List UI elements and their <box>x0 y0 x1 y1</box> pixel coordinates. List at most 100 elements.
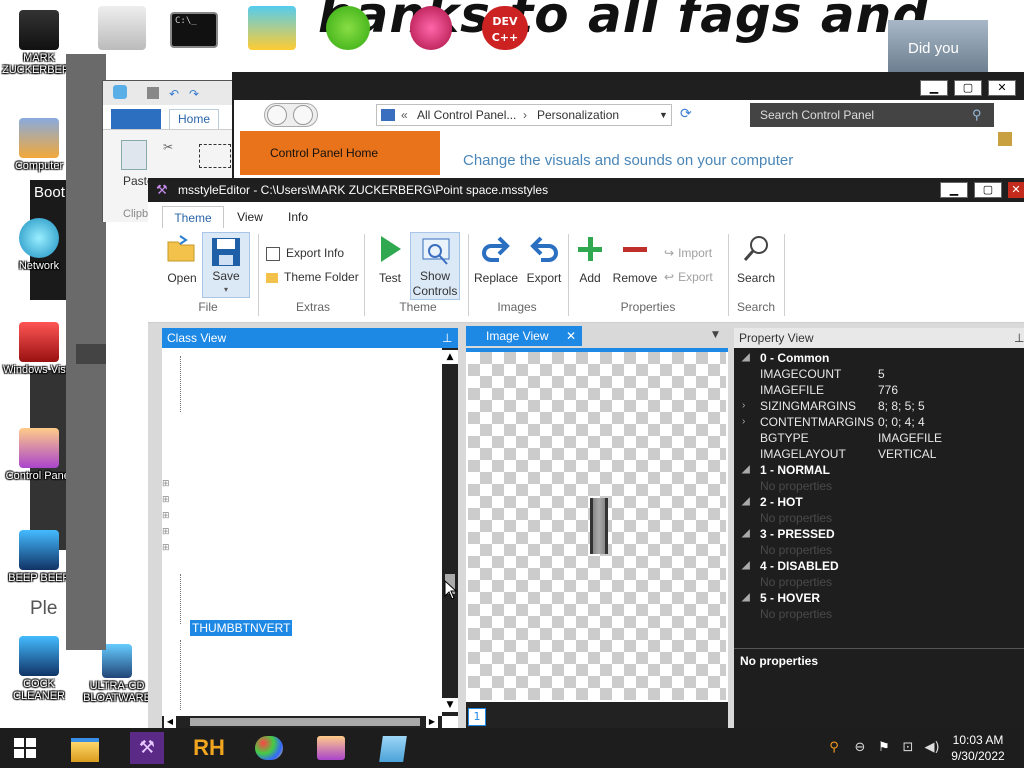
breadcrumb-item[interactable]: All Control Panel... <box>417 105 516 125</box>
editor-titlebar[interactable]: ⚒ msstyleEditor - C:\Users\MARK ZUCKERBE… <box>148 178 1024 202</box>
control-panel-home-link[interactable]: Control Panel Home <box>240 131 440 175</box>
property-value[interactable]: 776 <box>878 382 898 398</box>
app-shortcut-icon[interactable] <box>410 6 452 50</box>
taskbar-app-control-panel[interactable] <box>312 732 350 764</box>
desktop-icon-computer[interactable]: Computer <box>2 118 76 172</box>
network-icon[interactable]: ⊡ <box>900 740 916 756</box>
scrollbar-thumb[interactable] <box>190 718 420 726</box>
expander-icon[interactable]: › <box>742 398 745 414</box>
tab-image-view[interactable]: Image View ✕ <box>466 326 582 346</box>
property-view-pane[interactable]: Property View ⊥ ◢ 0 - Common IMAGECOUNT 5… <box>734 328 1024 728</box>
property-row[interactable]: › CONTENTMARGINS 0; 0; 4; 4 <box>734 414 1024 430</box>
property-category[interactable]: ◢ 4 - DISABLED <box>734 558 1024 574</box>
show-controls-button[interactable]: Show Controls <box>410 232 460 300</box>
tree-expanders[interactable]: ⊞ ⊞ ⊞ ⊞ ⊞ <box>162 476 170 556</box>
taskbar-app-paint[interactable] <box>250 732 288 764</box>
minimize-button[interactable]: ▁ <box>920 80 948 96</box>
help-icon[interactable] <box>998 132 1012 146</box>
paste-icon[interactable] <box>121 140 147 170</box>
image-view-pane[interactable]: Image View ✕ ▼ 1 <box>466 326 728 728</box>
tab-info[interactable]: Info <box>276 206 320 228</box>
import-button[interactable]: ↪ Import <box>664 246 712 260</box>
expander-icon[interactable]: ◢ <box>742 350 750 366</box>
msstyle-editor-window[interactable]: ⚒ msstyleEditor - C:\Users\MARK ZUCKERBE… <box>148 178 1024 728</box>
remove-button[interactable]: Remove <box>612 234 658 285</box>
theme-folder-button[interactable]: Theme Folder <box>266 270 359 284</box>
property-category[interactable]: ◢ 0 - Common <box>734 350 1024 366</box>
forward-icon[interactable] <box>293 105 313 125</box>
scroll-up-icon[interactable]: ▲ <box>442 350 458 364</box>
class-view-pane[interactable]: Class View ⊥ ⊞ ⊞ ⊞ ⊞ ⊞ THUMBBTNVERT ▲ ▼ ◀ ▶ <box>162 328 458 728</box>
export-info-button[interactable]: Export Info <box>266 246 344 261</box>
settings-app-icon[interactable] <box>98 6 146 50</box>
pin-icon[interactable]: ⊥ <box>442 328 452 348</box>
class-view-header[interactable]: Class View ⊥ <box>162 328 458 348</box>
dev-cpp-icon[interactable]: DEV C++ <box>482 6 528 50</box>
search-icon[interactable]: ⚲ <box>826 740 842 756</box>
image-canvas[interactable] <box>468 352 726 700</box>
property-row[interactable]: BGTYPE IMAGEFILE <box>734 430 1024 446</box>
expander-icon[interactable]: ◢ <box>742 462 750 478</box>
clock[interactable]: 10:03 AM 9/30/2022 <box>940 732 1016 764</box>
desktop-icon-cleaner[interactable]: COCK CLEANER <box>2 636 76 702</box>
taskbar-app-file-explorer[interactable] <box>66 732 104 764</box>
add-button[interactable]: Add <box>574 234 606 285</box>
property-row[interactable]: IMAGEFILE 776 <box>734 382 1024 398</box>
export-image-button[interactable]: Export <box>522 234 566 285</box>
flag-icon[interactable]: ⚑ <box>876 740 892 756</box>
chevron-down-icon[interactable]: ▼ <box>659 105 668 125</box>
replace-button[interactable]: Replace <box>474 234 518 285</box>
expander-icon[interactable]: › <box>742 414 745 430</box>
scroll-left-icon[interactable]: ◀ <box>164 716 176 728</box>
start-button[interactable] <box>14 738 36 758</box>
desktop-icon-user[interactable]: MARK ZUCKERBERG <box>2 10 78 76</box>
vertical-scrollbar[interactable]: ▲ ▼ <box>442 348 458 716</box>
app-shortcut-icon[interactable] <box>248 6 296 50</box>
taskbar-app-resource-hacker[interactable]: RH <box>190 732 228 764</box>
search-input[interactable]: Search Control Panel ⚲ <box>750 103 994 127</box>
scroll-down-icon[interactable]: ▼ <box>442 698 458 712</box>
wordpad-titlebar[interactable]: ↶ ↷ <box>103 81 235 105</box>
maximize-button[interactable]: ▢ <box>974 182 1002 198</box>
search-icon[interactable]: ⚲ <box>972 103 982 127</box>
tree-node-selected[interactable]: THUMBBTNVERT <box>190 620 293 636</box>
expander-icon[interactable]: ◢ <box>742 590 750 606</box>
pin-icon[interactable]: ⊥ <box>1014 328 1024 348</box>
desktop-icon-bloatware[interactable]: ULTRA-CD BLOATWARE <box>80 644 154 704</box>
property-value[interactable]: 5 <box>878 366 885 382</box>
select-icon[interactable] <box>199 144 231 168</box>
desktop-icon-recycle-bin[interactable]: Windows Vista <box>2 322 76 376</box>
property-value[interactable]: 0; 0; 4; 4 <box>878 414 925 430</box>
undo-icon[interactable]: ↶ <box>169 87 179 101</box>
save-icon[interactable] <box>147 87 159 99</box>
back-forward-buttons[interactable] <box>264 103 318 127</box>
horizontal-scrollbar[interactable]: ◀ ▶ <box>162 716 442 728</box>
minimize-button[interactable]: ▁ <box>940 182 968 198</box>
angry-birds-icon[interactable] <box>326 6 370 50</box>
scroll-right-icon[interactable]: ▶ <box>426 716 438 728</box>
file-menu-button[interactable] <box>111 109 161 129</box>
test-button[interactable]: Test <box>372 234 408 285</box>
export-property-button[interactable]: ↩ Export <box>664 270 713 284</box>
property-row[interactable]: IMAGECOUNT 5 <box>734 366 1024 382</box>
property-view-header[interactable]: Property View ⊥ <box>734 328 1024 348</box>
search-button[interactable]: Search <box>734 234 778 285</box>
property-value[interactable]: 8; 8; 5; 5 <box>878 398 925 414</box>
desktop-icon-control-panel[interactable]: Control Panel <box>2 428 76 482</box>
property-category[interactable]: ◢ 5 - HOVER <box>734 590 1024 606</box>
volume-icon[interactable]: ◀) <box>924 740 940 756</box>
close-icon[interactable]: ✕ <box>566 326 576 346</box>
taskbar-app-visual-studio[interactable]: ⚒ <box>130 732 164 764</box>
maximize-button[interactable]: ▢ <box>954 80 982 96</box>
chevron-down-icon[interactable]: ▾ <box>203 285 249 294</box>
close-button[interactable]: ✕ <box>1008 182 1024 198</box>
property-value[interactable]: VERTICAL <box>878 446 936 462</box>
taskbar-app-notepad[interactable] <box>374 732 412 764</box>
image-page-number[interactable]: 1 <box>468 708 486 726</box>
refresh-icon[interactable]: ⟳ <box>680 106 692 122</box>
property-value[interactable]: IMAGEFILE <box>878 430 942 446</box>
tab-home[interactable]: Home <box>169 109 219 129</box>
redo-icon[interactable]: ↷ <box>189 87 199 101</box>
cut-icon[interactable]: ✂ <box>163 140 173 154</box>
property-category[interactable]: ◢ 3 - PRESSED <box>734 526 1024 542</box>
